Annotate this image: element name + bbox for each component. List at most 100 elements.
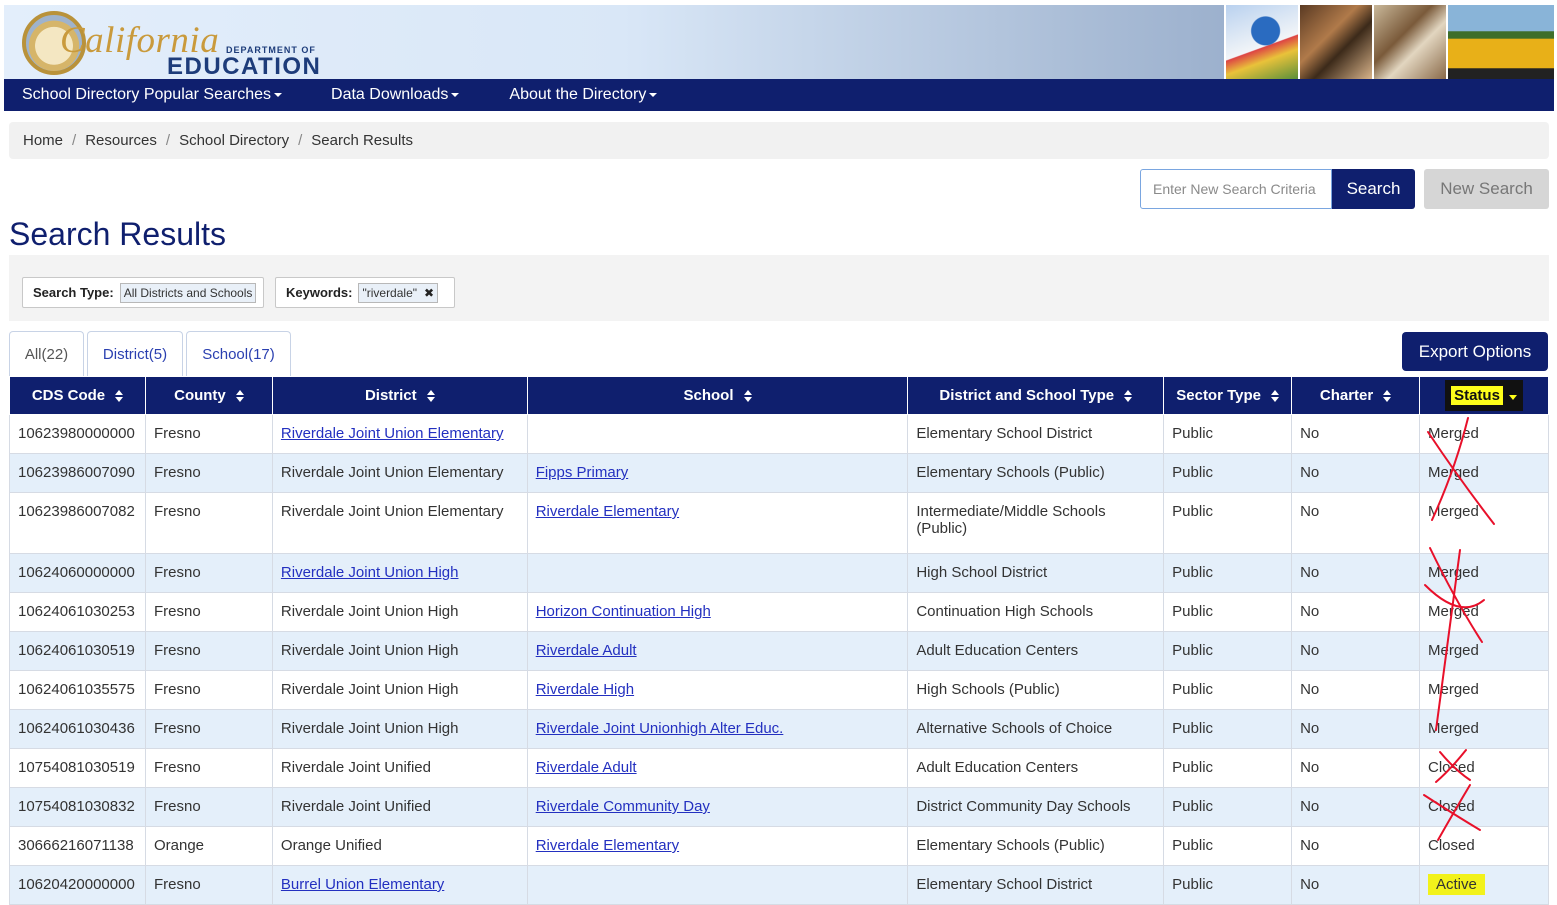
col-sector-label: Sector Type (1176, 387, 1261, 404)
cds-code-cell: 10623980000000 (9, 414, 146, 454)
type-cell: High Schools (Public) (907, 670, 1165, 710)
type-text: Elementary Schools (Public) (916, 464, 1105, 481)
school-link[interactable]: Riverdale Joint Unionhigh Alter Educ. (536, 720, 784, 737)
cds-text: 10623986007090 (18, 464, 135, 481)
school-link[interactable]: Riverdale Adult (536, 642, 637, 659)
col-school[interactable]: School (526, 376, 909, 415)
new-search-button[interactable]: New Search (1424, 169, 1549, 209)
type-text: Alternative Schools of Choice (916, 720, 1113, 737)
charter-text: No (1300, 759, 1320, 776)
district-cell: Orange Unified (271, 826, 528, 866)
charter-text: No (1300, 681, 1320, 698)
type-cell: Adult Education Centers (907, 631, 1165, 671)
status-text: Closed (1428, 759, 1475, 776)
school-link[interactable]: Riverdale High (536, 681, 634, 698)
col-county[interactable]: County (144, 376, 273, 415)
table-row: 10624061030436 Fresno Riverdale Joint Unio… (9, 709, 1549, 749)
tab-district[interactable]: District(5) (87, 331, 183, 376)
school-link[interactable]: Riverdale Elementary (536, 837, 679, 854)
table-row: 10623986007082 Fresno Riverdale Joint Unio… (9, 492, 1549, 554)
breadcrumb: Home / Resources / School Directory / Se… (9, 122, 1549, 159)
sector-text: Public (1172, 503, 1214, 520)
table-row: 10624061035575 Fresno Riverdale Joint Unio… (9, 670, 1549, 710)
keywords-chip: "riverdale" ✖ (358, 282, 439, 303)
cds-code-cell: 10623986007090 (9, 453, 146, 493)
status-text: Merged (1428, 603, 1479, 620)
search-type-value: All Districts and Schools (119, 282, 257, 303)
col-school-label: School (683, 387, 734, 404)
status-cell: Merged (1419, 670, 1549, 710)
county-text: Fresno (153, 642, 201, 659)
school-cell: Riverdale Community Day (526, 787, 909, 827)
district-text: Riverdale Joint Union High (280, 603, 459, 620)
charter-text: No (1300, 603, 1320, 620)
type-cell: Continuation High Schools (907, 592, 1165, 632)
charter-cell: No (1291, 414, 1420, 454)
table-row: 10624061030253 Fresno Riverdale Joint Unio… (9, 592, 1549, 632)
breadcrumb-separator: / (165, 132, 171, 149)
sort-descending-icon (1508, 395, 1517, 400)
sector-text: Public (1172, 837, 1214, 854)
photo-classroom (1372, 5, 1446, 79)
charter-text: No (1300, 798, 1320, 815)
nav-data-downloads[interactable]: Data Downloads (331, 86, 460, 104)
school-link[interactable]: Fipps Primary (536, 464, 629, 481)
breadcrumb-resources[interactable]: Resources (85, 132, 157, 149)
school-cell (526, 414, 909, 454)
district-cell: Riverdale Joint Union High (271, 670, 528, 710)
nav-about-directory[interactable]: About the Directory (509, 86, 658, 104)
charter-text: No (1300, 720, 1320, 737)
charter-text: No (1300, 564, 1320, 581)
breadcrumb-separator: / (298, 132, 303, 149)
district-cell: Riverdale Joint Union High (271, 709, 528, 749)
breadcrumb-school-directory[interactable]: School Directory (179, 132, 289, 149)
county-cell: Fresno (144, 670, 273, 710)
district-cell: Riverdale Joint Union Elementary (271, 492, 528, 554)
col-cds-code[interactable]: CDS Code (9, 376, 146, 415)
cds-text: 10624060000000 (18, 564, 135, 581)
sort-icon (115, 389, 124, 402)
county-text: Fresno (153, 603, 201, 620)
district-link[interactable]: Burrel Union Elementary (281, 876, 444, 893)
keywords-label: Keywords: (286, 285, 353, 300)
type-text: High School District (916, 564, 1048, 581)
school-link[interactable]: Riverdale Community Day (536, 798, 710, 815)
sector-cell: Public (1163, 748, 1293, 788)
col-sector-type[interactable]: Sector Type (1163, 376, 1293, 415)
school-link[interactable]: Riverdale Elementary (536, 503, 679, 520)
search-type-label: Search Type: (33, 285, 114, 300)
col-district[interactable]: District (271, 376, 528, 415)
remove-keyword-icon[interactable]: ✖ (424, 286, 434, 300)
district-text: Riverdale Joint Unified (280, 798, 431, 815)
type-cell: High School District (907, 553, 1165, 593)
district-text: Riverdale Joint Union Elementary (280, 503, 504, 520)
district-cell: Riverdale Joint Unified (271, 748, 528, 788)
status-cell: Merged (1419, 453, 1549, 493)
district-link[interactable]: Riverdale Joint Union Elementary (281, 425, 504, 442)
sector-text: Public (1172, 642, 1214, 659)
breadcrumb-home[interactable]: Home (23, 132, 63, 149)
sector-text: Public (1172, 798, 1214, 815)
sector-cell: Public (1163, 670, 1293, 710)
sector-text: Public (1172, 425, 1214, 442)
nav-popular-searches[interactable]: School Directory Popular Searches (22, 86, 283, 104)
tab-school[interactable]: School(17) (186, 331, 291, 376)
status-text: Merged (1428, 503, 1479, 520)
col-county-label: County (174, 387, 226, 404)
sector-cell: Public (1163, 453, 1293, 493)
school-link[interactable]: Riverdale Adult (536, 759, 637, 776)
caret-down-icon (274, 93, 283, 97)
photo-school-bus (1446, 5, 1554, 79)
county-cell: Fresno (144, 631, 273, 671)
col-status[interactable]: Status (1419, 376, 1549, 415)
export-options-button[interactable]: Export Options (1402, 332, 1548, 371)
district-link[interactable]: Riverdale Joint Union High (281, 564, 459, 581)
col-district-school-type[interactable]: District and School Type (907, 376, 1165, 415)
sector-text: Public (1172, 876, 1214, 893)
sector-text: Public (1172, 603, 1214, 620)
search-input[interactable] (1140, 169, 1332, 209)
col-charter[interactable]: Charter (1291, 376, 1420, 415)
tab-all[interactable]: All(22) (9, 331, 84, 376)
school-link[interactable]: Horizon Continuation High (536, 603, 711, 620)
search-button[interactable]: Search (1332, 169, 1415, 209)
